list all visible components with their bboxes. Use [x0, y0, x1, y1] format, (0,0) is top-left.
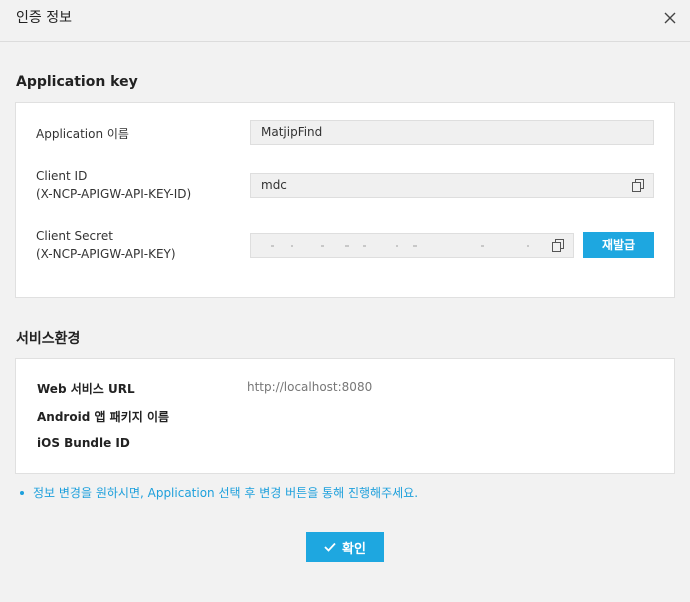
client-secret-label-line1: Client Secret	[36, 229, 113, 243]
service-env-title: 서비스환경	[16, 331, 81, 347]
client-id-label-line1: Client ID	[36, 169, 88, 183]
android-package-label: Android 앱 패키지 이름	[37, 410, 170, 424]
web-url-label: Web 서비스 URL	[37, 382, 135, 396]
masked-char	[271, 245, 274, 247]
copy-icon[interactable]	[552, 239, 564, 252]
application-key-title: Application key	[16, 74, 138, 90]
app-name-value: MatjipFind	[261, 125, 323, 139]
confirm-label: 확인	[342, 540, 366, 556]
bullet-icon	[20, 490, 24, 495]
client-id-label-line2: (X-NCP-APIGW-API-KEY-ID)	[36, 187, 192, 201]
app-name-label: Application 이름	[36, 127, 129, 141]
client-id-field[interactable]: mdc	[250, 173, 654, 198]
masked-char	[396, 245, 398, 247]
check-icon	[324, 542, 336, 552]
dialog-title: 인증 정보	[16, 10, 72, 26]
reissue-button[interactable]: 재발급	[583, 232, 654, 258]
client-secret-label: Client Secret (X-NCP-APIGW-API-KEY)	[36, 227, 176, 263]
masked-char	[345, 245, 349, 247]
client-id-label: Client ID (X-NCP-APIGW-API-KEY-ID)	[36, 167, 191, 203]
client-secret-field[interactable]	[250, 233, 574, 258]
copy-icon[interactable]	[632, 179, 644, 192]
close-icon	[664, 12, 676, 24]
masked-char	[363, 245, 366, 247]
notice-text: 정보 변경을 원하시면, Application 선택 후 변경 버튼을 통해 …	[20, 484, 418, 501]
service-env-panel: Web 서비스 URL http://localhost:8080 Androi…	[15, 358, 675, 474]
app-name-field[interactable]: MatjipFind	[250, 120, 654, 145]
masked-char	[321, 245, 324, 247]
client-id-value: mdc	[261, 178, 287, 192]
masked-char	[413, 245, 417, 247]
client-secret-label-line2: (X-NCP-APIGW-API-KEY)	[36, 247, 176, 261]
masked-char	[527, 245, 529, 247]
application-key-panel: Application 이름 MatjipFind Client ID (X-N…	[15, 102, 675, 298]
masked-char	[291, 245, 293, 247]
close-button[interactable]	[660, 8, 680, 28]
confirm-button[interactable]: 확인	[306, 532, 384, 562]
web-url-value: http://localhost:8080	[247, 380, 373, 394]
masked-char	[481, 245, 484, 247]
dialog-header: 인증 정보	[0, 0, 690, 42]
ios-bundle-label: iOS Bundle ID	[37, 436, 130, 450]
notice-message: 정보 변경을 원하시면, Application 선택 후 변경 버튼을 통해 …	[33, 486, 419, 500]
